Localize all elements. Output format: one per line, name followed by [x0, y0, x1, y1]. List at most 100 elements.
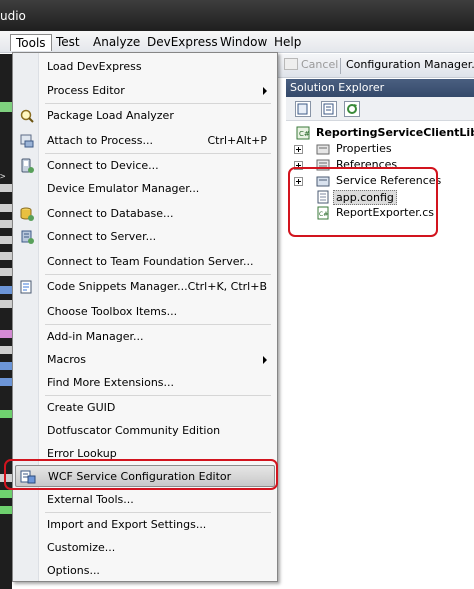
menu-item-macros[interactable]: Macros — [15, 349, 275, 371]
expand-icon[interactable] — [294, 145, 303, 154]
tree-node-label: Properties — [336, 142, 392, 155]
menu-item-add-in-manager[interactable]: Add-in Manager... — [15, 326, 275, 348]
menu-item-label: Find More Extensions... — [47, 376, 175, 389]
standard-toolbar: Cancel Configuration Manager... — [278, 54, 474, 78]
menu-analyze[interactable]: Analyze — [88, 34, 145, 51]
magnifier-icon — [19, 108, 35, 124]
cancel-icon — [284, 58, 298, 70]
submenu-arrow-icon — [263, 356, 267, 364]
code-line — [0, 490, 12, 498]
menu-separator — [45, 512, 271, 513]
menu-item-label: External Tools... — [47, 493, 134, 506]
csharp-project-icon: C# — [296, 126, 310, 140]
snippets-icon — [19, 279, 35, 295]
menu-item-load-devexpress[interactable]: Load DevExpress — [15, 56, 275, 78]
menu-item-label: Options... — [47, 564, 100, 577]
code-line — [0, 362, 12, 370]
menu-item-options[interactable]: Options... — [15, 560, 275, 582]
code-line — [0, 220, 12, 228]
code-line — [0, 346, 12, 354]
menu-item-process-editor[interactable]: Process Editor — [15, 80, 275, 102]
code-line — [0, 268, 12, 276]
show-all-files-button[interactable] — [295, 101, 311, 117]
menu-item-import-export-settings[interactable]: Import and Export Settings... — [15, 514, 275, 536]
menu-window[interactable]: Window — [215, 34, 272, 51]
solution-explorer-header: Solution Explorer — [286, 79, 474, 97]
menu-item-label: Create GUID — [47, 401, 116, 414]
menu-item-choose-toolbox-items[interactable]: Choose Toolbox Items... — [15, 301, 275, 323]
code-line — [0, 300, 12, 308]
properties-button[interactable] — [321, 101, 337, 117]
menu-item-label: Package Load Analyzer — [47, 109, 174, 122]
server-icon — [19, 229, 35, 245]
menu-item-label: Add-in Manager... — [47, 330, 144, 343]
menu-help[interactable]: Help — [269, 34, 306, 51]
menu-item-external-tools[interactable]: External Tools... — [15, 489, 275, 511]
code-line — [0, 330, 12, 338]
menu-item-label: Import and Export Settings... — [47, 518, 207, 531]
database-icon — [19, 206, 35, 222]
window-title: udio — [0, 9, 26, 23]
attach-icon — [19, 133, 35, 149]
menu-item-label: Connect to Team Foundation Server... — [47, 255, 254, 268]
code-line — [0, 102, 12, 112]
menu-item-find-more-extensions[interactable]: Find More Extensions... — [15, 372, 275, 394]
menu-item-connect-to-server[interactable]: Connect to Server... — [15, 226, 275, 248]
code-line: > — [0, 172, 6, 182]
menu-separator — [45, 153, 271, 154]
configuration-manager-dropdown[interactable]: Configuration Manager... — [346, 58, 474, 71]
toolbar-separator — [340, 58, 341, 74]
properties-icon — [316, 142, 330, 156]
menu-item-label: Connect to Database... — [47, 207, 174, 220]
menu-bar: Tools Test Analyze DevExpress Window Hel… — [0, 31, 474, 53]
annotation-highlight-menu-item — [4, 459, 278, 490]
solution-explorer-toolbar — [286, 97, 474, 121]
menu-separator — [45, 395, 271, 396]
code-line — [0, 286, 12, 294]
cancel-button[interactable]: Cancel — [284, 58, 338, 71]
menu-item-customize[interactable]: Customize... — [15, 537, 275, 559]
menu-separator — [45, 324, 271, 325]
menu-item-label: Customize... — [47, 541, 116, 554]
menu-item-attach-to-process[interactable]: Attach to Process... Ctrl+Alt+P — [15, 130, 275, 152]
menu-item-connect-to-tfs[interactable]: Connect to Team Foundation Server... — [15, 251, 275, 273]
project-name: ReportingServiceClientLib — [316, 126, 474, 139]
menu-tools[interactable]: Tools — [10, 34, 52, 51]
menu-separator — [45, 274, 271, 275]
code-line — [0, 184, 12, 192]
menu-item-label: Process Editor — [47, 84, 125, 97]
code-line — [0, 506, 12, 514]
menu-item-label: Load DevExpress — [47, 60, 142, 73]
menu-item-device-emulator-manager[interactable]: Device Emulator Manager... — [15, 178, 275, 200]
menu-item-label: Code Snippets Manager... — [47, 280, 188, 293]
menu-test[interactable]: Test — [51, 34, 85, 51]
code-line — [0, 204, 12, 212]
code-line — [0, 410, 12, 418]
menu-item-package-load-analyzer[interactable]: Package Load Analyzer — [15, 105, 275, 127]
menu-item-label: Dotfuscator Community Edition — [47, 424, 221, 437]
code-editor-strip[interactable]: > — [0, 54, 12, 589]
device-icon — [19, 158, 35, 174]
menu-item-label: Connect to Device... — [47, 159, 159, 172]
refresh-button[interactable] — [344, 101, 360, 117]
svg-text:C#: C# — [299, 130, 310, 138]
menu-item-connect-to-database[interactable]: Connect to Database... — [15, 203, 275, 225]
menu-item-dotfuscator[interactable]: Dotfuscator Community Edition — [15, 420, 275, 442]
menu-item-clipped[interactable] — [0, 34, 10, 51]
menu-item-code-snippets-manager[interactable]: Code Snippets Manager... Ctrl+K, Ctrl+B — [15, 276, 275, 298]
menu-devexpress[interactable]: DevExpress — [142, 34, 223, 51]
menu-item-create-guid[interactable]: Create GUID — [15, 397, 275, 419]
solution-explorer-title: Solution Explorer — [290, 81, 385, 94]
code-line — [0, 252, 12, 260]
annotation-highlight-solution-items — [288, 167, 438, 237]
code-line — [0, 378, 12, 386]
tools-menu-dropdown: Load DevExpress Process Editor Package L… — [12, 52, 278, 582]
menu-item-label: Connect to Server... — [47, 230, 157, 243]
menu-item-label: Macros — [47, 353, 87, 366]
menu-separator — [45, 103, 271, 104]
title-bar: udio — [0, 0, 474, 31]
menu-item-connect-to-device[interactable]: Connect to Device... — [15, 155, 275, 177]
menu-item-shortcut: Ctrl+K, Ctrl+B — [187, 280, 267, 293]
menu-item-label: Attach to Process... — [47, 134, 153, 147]
menu-item-shortcut: Ctrl+Alt+P — [207, 134, 267, 147]
